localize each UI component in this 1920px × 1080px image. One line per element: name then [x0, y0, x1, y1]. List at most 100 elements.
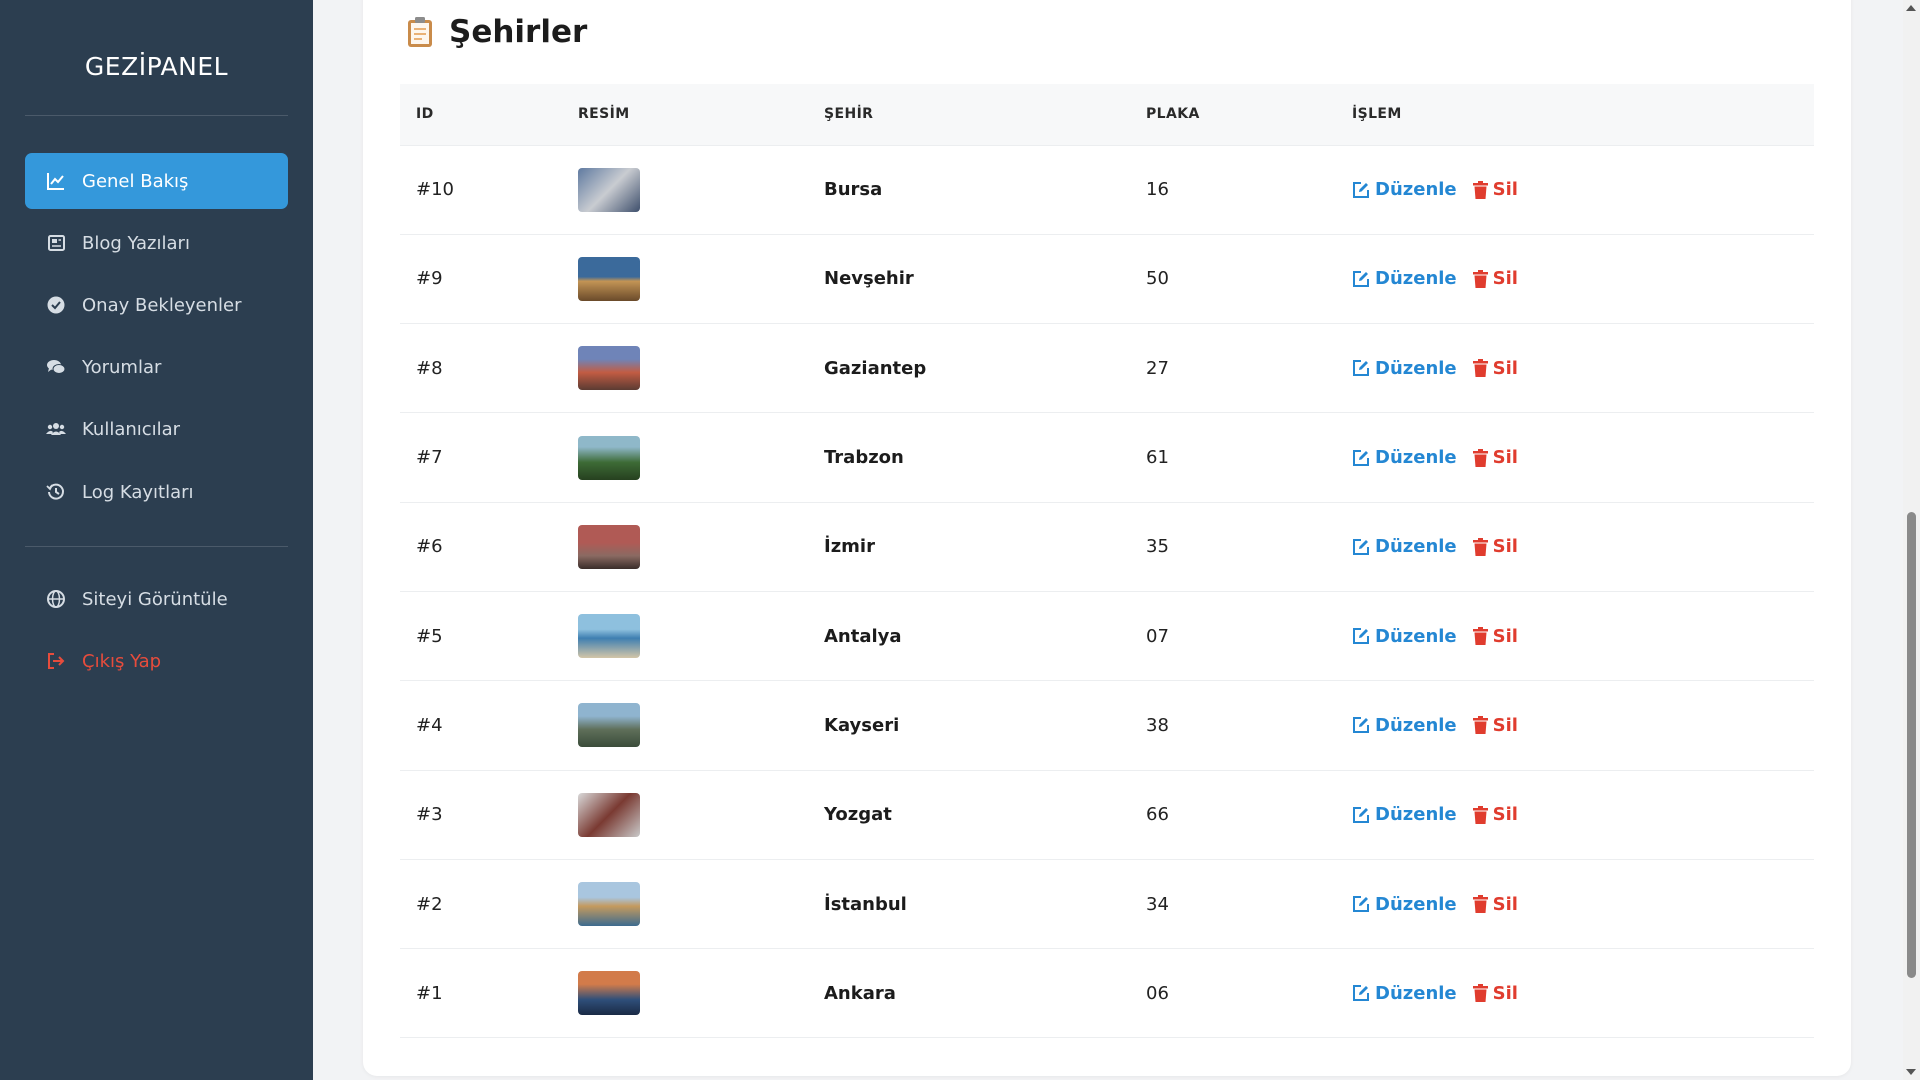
- cell-id: #10: [416, 179, 454, 201]
- sidebar-item-label: Kullanıcılar: [82, 418, 181, 440]
- city-thumbnail[interactable]: [578, 703, 640, 748]
- edit-icon: [1353, 270, 1369, 287]
- edit-button[interactable]: Düzenle: [1352, 626, 1457, 647]
- edit-button[interactable]: Düzenle: [1352, 983, 1457, 1004]
- delete-label: Sil: [1492, 357, 1518, 379]
- edit-button[interactable]: Düzenle: [1352, 179, 1457, 200]
- sidebar-item-yorumlar[interactable]: Yorumlar: [25, 339, 288, 395]
- trash-icon: [1472, 537, 1488, 556]
- delete-label: Sil: [1492, 447, 1518, 469]
- delete-label: Sil: [1492, 268, 1518, 290]
- column-header-resim[interactable]: RESİM: [562, 84, 808, 145]
- sidebar-item-label: Blog Yazıları: [82, 232, 190, 254]
- cell-actions: Düzenle Sil: [1336, 145, 1814, 234]
- sidebar-item-onay-bekleyenler[interactable]: Onay Bekleyenler: [25, 277, 288, 333]
- table-row: #9 Nevşehir 50 Düzenle Sil: [400, 234, 1814, 324]
- sidebar-divider: [25, 115, 288, 116]
- cell-actions: Düzenle Sil: [1336, 770, 1814, 859]
- trash-icon: [1472, 359, 1488, 378]
- sign-out-icon: [45, 650, 67, 672]
- edit-label: Düzenle: [1375, 536, 1457, 558]
- column-header-plaka[interactable]: PLAKA: [1130, 84, 1336, 145]
- delete-button[interactable]: Sil: [1472, 625, 1518, 647]
- city-thumbnail[interactable]: [578, 614, 640, 659]
- edit-button[interactable]: Düzenle: [1352, 804, 1457, 825]
- cell-city: Kayseri: [824, 714, 900, 736]
- cell-city: Trabzon: [824, 447, 904, 469]
- cell-plate: 06: [1146, 982, 1169, 1004]
- cell-image: [562, 681, 808, 770]
- city-thumbnail[interactable]: [578, 792, 640, 837]
- sidebar-item-genel-bakis[interactable]: Genel Bakış: [25, 153, 288, 209]
- delete-button[interactable]: Sil: [1472, 804, 1518, 825]
- sidebar-item-siteyi-goruntule[interactable]: Siteyi Görüntüle: [25, 571, 288, 627]
- cities-table: ID RESİM ŞEHİR PLAKA İŞLEM #10 Bursa 16 …: [400, 84, 1814, 1038]
- delete-button[interactable]: Sil: [1472, 983, 1518, 1004]
- edit-label: Düzenle: [1375, 447, 1457, 469]
- cell-id: #4: [416, 714, 443, 736]
- cell-city: Nevşehir: [824, 268, 914, 290]
- delete-button[interactable]: Sil: [1472, 447, 1518, 469]
- delete-button[interactable]: Sil: [1472, 894, 1518, 915]
- edit-button[interactable]: Düzenle: [1352, 447, 1457, 468]
- city-thumbnail[interactable]: [578, 256, 640, 301]
- delete-button[interactable]: Sil: [1472, 268, 1518, 290]
- table-row: #4 Kayseri 38 Düzenle Sil: [400, 681, 1814, 771]
- delete-button[interactable]: Sil: [1472, 715, 1518, 736]
- delete-button[interactable]: Sil: [1472, 536, 1518, 558]
- scroll-up-arrow[interactable]: [1906, 5, 1916, 11]
- brand-logo[interactable]: GEZİPANEL: [0, 52, 313, 81]
- sidebar-item-blog-yazilari[interactable]: Blog Yazıları: [25, 215, 288, 271]
- city-thumbnail[interactable]: [578, 167, 640, 212]
- cell-image: [562, 770, 808, 859]
- edit-label: Düzenle: [1375, 357, 1457, 379]
- cell-plate: 35: [1146, 536, 1169, 558]
- cell-image: [562, 413, 808, 502]
- city-thumbnail[interactable]: [578, 524, 640, 569]
- edit-button[interactable]: Düzenle: [1352, 536, 1457, 557]
- delete-label: Sil: [1492, 625, 1518, 647]
- cell-plate: 38: [1146, 714, 1169, 736]
- cell-plate: 66: [1146, 804, 1169, 826]
- delete-button[interactable]: Sil: [1472, 179, 1518, 200]
- city-thumbnail[interactable]: [578, 435, 640, 480]
- scroll-thumb[interactable]: [1907, 512, 1916, 978]
- city-thumbnail[interactable]: [578, 346, 640, 391]
- delete-label: Sil: [1492, 536, 1518, 558]
- edit-label: Düzenle: [1375, 268, 1457, 290]
- trash-icon: [1472, 269, 1488, 288]
- edit-button[interactable]: Düzenle: [1352, 358, 1457, 379]
- column-header-islem[interactable]: İŞLEM: [1336, 84, 1814, 145]
- column-header-id[interactable]: ID: [400, 84, 562, 145]
- trash-icon: [1472, 984, 1488, 1003]
- scroll-down-arrow[interactable]: [1906, 1069, 1916, 1075]
- edit-icon: [1353, 538, 1369, 555]
- city-thumbnail[interactable]: [578, 882, 640, 927]
- sidebar-item-kullanicilar[interactable]: Kullanıcılar: [25, 401, 288, 457]
- cell-id: #5: [416, 625, 443, 647]
- table-row: #2 İstanbul 34 Düzenle Sil: [400, 859, 1814, 949]
- trash-icon: [1472, 627, 1488, 646]
- cell-city: Yozgat: [824, 804, 892, 826]
- scrollbar[interactable]: [1903, 0, 1920, 1080]
- edit-button[interactable]: Düzenle: [1352, 894, 1457, 915]
- cell-id: #1: [416, 982, 443, 1004]
- edit-button[interactable]: Düzenle: [1352, 715, 1457, 736]
- edit-button[interactable]: Düzenle: [1352, 268, 1457, 289]
- column-header-sehir[interactable]: ŞEHİR: [808, 84, 1130, 145]
- cell-actions: Düzenle Sil: [1336, 324, 1814, 413]
- cell-plate: 27: [1146, 357, 1169, 379]
- users-icon: [45, 418, 67, 440]
- sidebar-item-log-kayitlari[interactable]: Log Kayıtları: [25, 464, 288, 520]
- cell-actions: Düzenle Sil: [1336, 413, 1814, 502]
- cell-city: Bursa: [824, 179, 883, 201]
- sidebar-item-label: Çıkış Yap: [82, 650, 162, 672]
- cell-city: İstanbul: [824, 893, 907, 915]
- sidebar-item-cikis-yap[interactable]: Çıkış Yap: [25, 633, 288, 689]
- delete-button[interactable]: Sil: [1472, 357, 1518, 379]
- cell-plate: 07: [1146, 625, 1169, 647]
- trash-icon: [1472, 895, 1488, 914]
- edit-label: Düzenle: [1375, 893, 1457, 915]
- city-thumbnail[interactable]: [578, 971, 640, 1016]
- cell-city: Gaziantep: [824, 357, 927, 379]
